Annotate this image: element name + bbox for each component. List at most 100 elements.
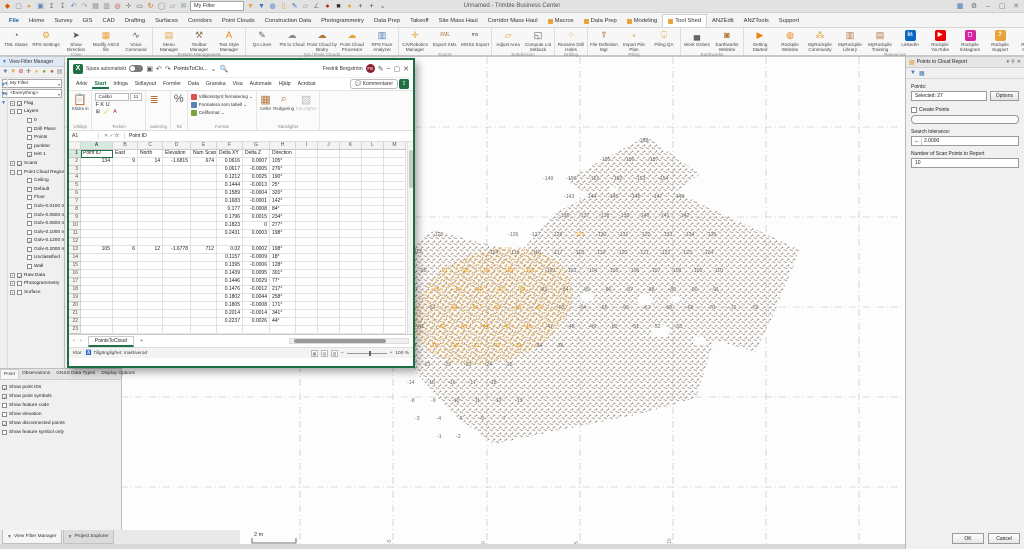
cell-D15[interactable] <box>163 262 191 270</box>
excel-tab-sidlayout[interactable]: Sidlayout <box>132 79 159 89</box>
column-header-H[interactable]: H <box>270 142 296 150</box>
dock-tab-project-explorer[interactable]: ▼ Project Explorer <box>62 530 114 544</box>
checkbox[interactable]: ✓ <box>2 421 7 427</box>
cell-J20[interactable] <box>318 302 340 310</box>
cell-A20[interactable] <box>81 302 113 310</box>
excel-tab-visa[interactable]: Visa <box>230 79 246 89</box>
option-show-elevation[interactable]: Show elevation <box>2 410 119 419</box>
font-size-combo[interactable]: 11 <box>130 93 143 101</box>
show-direction-button[interactable]: ➤ Show Direction <box>61 29 91 52</box>
cell-M13[interactable] <box>384 246 406 254</box>
cells-button[interactable]: ▦ Celler <box>260 93 271 111</box>
cell-B23[interactable] <box>113 326 138 334</box>
cell-H14[interactable]: 18° <box>270 254 296 262</box>
cell-H22[interactable]: 44° <box>270 318 296 326</box>
cell-K16[interactable] <box>340 270 362 278</box>
cell-E23[interactable] <box>191 326 217 334</box>
cell-M9[interactable] <box>384 214 406 222</box>
cell-K11[interactable] <box>340 230 362 238</box>
cell-G22[interactable]: 0.0026 <box>243 318 270 326</box>
share-icon[interactable]: ⇪ <box>399 79 409 89</box>
cell-B22[interactable] <box>113 318 138 326</box>
cell-J21[interactable] <box>318 310 340 318</box>
cell-K20[interactable] <box>340 302 362 310</box>
tree-item-layers[interactable]: − Layers <box>8 108 64 117</box>
checkbox[interactable] <box>2 403 7 408</box>
row-header-22[interactable]: 22 <box>69 318 81 326</box>
excel-tab-start[interactable]: Start <box>92 79 110 89</box>
cell-K13[interactable] <box>340 246 362 254</box>
plus-expander-icon[interactable]: + <box>10 160 15 166</box>
column-header-E[interactable]: E <box>191 142 217 150</box>
cell-L3[interactable] <box>362 166 384 174</box>
cell-C10[interactable] <box>138 222 163 230</box>
cell-L16[interactable] <box>362 270 384 278</box>
tab-file[interactable]: File <box>4 15 24 27</box>
cell-E15[interactable] <box>191 262 217 270</box>
minus-expander-icon[interactable]: − <box>10 169 15 175</box>
close-icon[interactable]: ✕ <box>1017 59 1021 65</box>
cell-E16[interactable] <box>191 270 217 278</box>
copy-icon[interactable]: ▥ <box>102 2 111 11</box>
cell-C22[interactable] <box>138 318 163 326</box>
cell-F3[interactable]: 0.0617 <box>217 166 243 174</box>
cell-D14[interactable] <box>163 254 191 262</box>
cell-B14[interactable] <box>113 254 138 262</box>
cell-L1[interactable] <box>362 150 384 158</box>
cell-C23[interactable] <box>138 326 163 334</box>
chevron-down-icon[interactable]: ⌄ <box>211 65 217 73</box>
cell-H8[interactable]: 84° <box>270 206 296 214</box>
plus-icon[interactable]: + <box>356 2 365 11</box>
cell-M23[interactable] <box>384 326 406 334</box>
cell-F5[interactable]: 0.1444 <box>217 182 243 190</box>
cell-E11[interactable] <box>191 230 217 238</box>
normal-view-icon[interactable]: ▦ <box>310 349 318 357</box>
compute-lot-setback-button[interactable]: ◱ Compute Lot Setback <box>523 29 553 52</box>
column-header-B[interactable]: B <box>113 142 138 150</box>
tree-checkbox[interactable]: ✓ <box>27 152 32 158</box>
cell-H9[interactable]: 234° <box>270 214 296 222</box>
cell-I6[interactable] <box>296 190 318 198</box>
cell-D19[interactable] <box>163 294 191 302</box>
plus-expander-icon[interactable]: + <box>10 272 15 278</box>
cell-B2[interactable]: 9 <box>113 158 138 166</box>
cell-F10[interactable]: 0.1823 <box>217 222 243 230</box>
cell-C8[interactable] <box>138 206 163 214</box>
cell-L12[interactable] <box>362 238 384 246</box>
cell-M16[interactable] <box>384 270 406 278</box>
tree-checkbox[interactable] <box>17 169 22 175</box>
tab-observations[interactable]: Observations <box>19 369 53 379</box>
plus-expander-icon[interactable]: + <box>10 289 15 295</box>
cell-K18[interactable] <box>340 286 362 294</box>
cell-K7[interactable] <box>340 198 362 206</box>
doc-icon[interactable]: ▯ <box>279 2 288 11</box>
cell-G19[interactable]: 0.0044 <box>243 294 270 302</box>
grid-corner[interactable] <box>69 142 81 150</box>
cell-L11[interactable] <box>362 230 384 238</box>
row-header-11[interactable]: 11 <box>69 230 81 238</box>
tree-item-floor[interactable]: Floor <box>8 194 64 203</box>
checkbox[interactable] <box>2 430 7 435</box>
cell-E7[interactable] <box>191 198 217 206</box>
cell-H13[interactable]: 198° <box>270 246 296 254</box>
tab-home[interactable]: Home <box>24 15 49 27</box>
row-header-19[interactable]: 19 <box>69 294 81 302</box>
pin-icon[interactable]: ⚲ <box>1011 59 1015 65</box>
sheet-icon[interactable]: ▱ <box>168 2 177 11</box>
excel-tab-infoga[interactable]: Infoga <box>110 79 130 89</box>
edit-filter-icon[interactable]: ▼ <box>10 68 17 76</box>
cell-K3[interactable] <box>340 166 362 174</box>
font-color-icon[interactable]: A <box>113 109 117 115</box>
cellformat-button[interactable]: Cellformat ⌄ <box>190 109 253 117</box>
chevron-down-icon[interactable]: ▾ <box>1007 59 1010 65</box>
tree-checkbox[interactable] <box>27 135 32 141</box>
cell-F20[interactable]: 0.1805 <box>217 302 243 310</box>
rockpile-contact-button[interactable]: @Rockpile Contact <box>1015 29 1024 52</box>
cell-H12[interactable] <box>270 238 296 246</box>
cell-J12[interactable] <box>318 238 340 246</box>
tab-point[interactable]: Point <box>0 369 19 379</box>
cell-K9[interactable] <box>340 214 362 222</box>
cell-I23[interactable] <box>296 326 318 334</box>
tab-cad[interactable]: CAD <box>98 15 120 27</box>
cell-C17[interactable] <box>138 278 163 286</box>
